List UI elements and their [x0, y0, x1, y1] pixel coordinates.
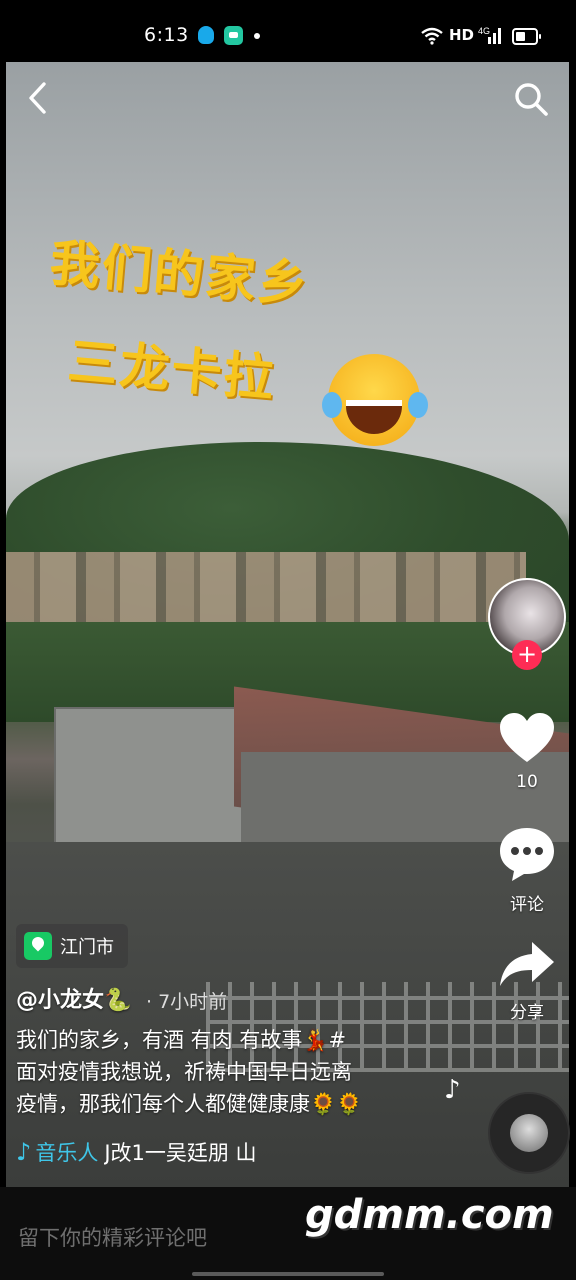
comment-bubble-icon	[500, 828, 554, 881]
video-scene-houses	[6, 552, 526, 622]
caption-line: 面对疫情我想说，祈祷中国早日远离	[16, 1060, 352, 1084]
location-pin-icon	[24, 932, 52, 960]
post-time: · 7小时前	[146, 991, 228, 1013]
music-info[interactable]: ♪ 音乐人 J改1一吴廷朋 山	[16, 1137, 394, 1167]
follow-button[interactable]: +	[512, 640, 542, 670]
more-notifications-dot-icon	[254, 33, 260, 39]
music-source: 音乐人	[35, 1141, 99, 1165]
like-button[interactable]: 10	[487, 712, 567, 792]
music-note-icon: ♪	[16, 1138, 32, 1166]
caption-line: 我们的家乡，有酒 有肉 有故事💃#	[16, 1028, 347, 1052]
hd-label: HD	[449, 26, 475, 44]
signal-label: 4G	[478, 26, 490, 36]
caption-line: 疫情，那我们每个人都健健康康🌻🌻	[16, 1092, 363, 1116]
video-overlay-title: 我们的家乡	[47, 233, 312, 315]
home-indicator[interactable]	[192, 1272, 384, 1276]
video-overlay-subtitle: 三龙卡拉	[65, 332, 278, 408]
back-button[interactable]	[24, 80, 54, 116]
heart-icon	[500, 713, 554, 762]
share-arrow-icon	[500, 942, 554, 986]
wifi-icon	[421, 27, 443, 45]
battery-icon	[512, 28, 541, 45]
signal-icon: 4G	[478, 26, 501, 44]
share-button[interactable]: 分享	[487, 940, 567, 1023]
music-disc-button[interactable]	[488, 1092, 570, 1174]
video-scene-building	[54, 707, 248, 846]
qq-notification-icon	[198, 26, 214, 44]
search-button[interactable]	[512, 80, 550, 118]
video-player[interactable]: 我们的家乡 三龙卡拉	[6, 62, 569, 1187]
author-name-row[interactable]: @小龙女🐍	[16, 982, 131, 1014]
laughing-tears-emoji	[322, 354, 420, 446]
music-title: J改1一吴廷朋 山	[104, 1141, 257, 1165]
post-caption[interactable]: 我们的家乡，有酒 有肉 有故事💃# 面对疫情我想说，祈祷中国早日远离 疫情，那我…	[16, 1024, 416, 1120]
site-watermark: gdmm.com	[305, 1192, 554, 1238]
comment-label: 评论	[510, 895, 544, 915]
status-bar: 6:13 HD 4G	[0, 0, 576, 62]
comment-button[interactable]: 评论	[487, 826, 567, 915]
snake-emoji: 🐍	[104, 988, 132, 1013]
author-name: @小龙女	[16, 988, 105, 1013]
comment-input[interactable]: 留下你的精彩评论吧	[18, 1222, 207, 1252]
share-label: 分享	[510, 1003, 544, 1023]
status-time: 6:13	[144, 24, 189, 46]
floating-music-note-icon: ♪	[444, 1075, 461, 1105]
location-name: 江门市	[60, 937, 114, 958]
chat-notification-icon	[224, 26, 243, 45]
location-tag[interactable]: 江门市	[16, 924, 128, 968]
like-count: 10	[516, 772, 538, 792]
